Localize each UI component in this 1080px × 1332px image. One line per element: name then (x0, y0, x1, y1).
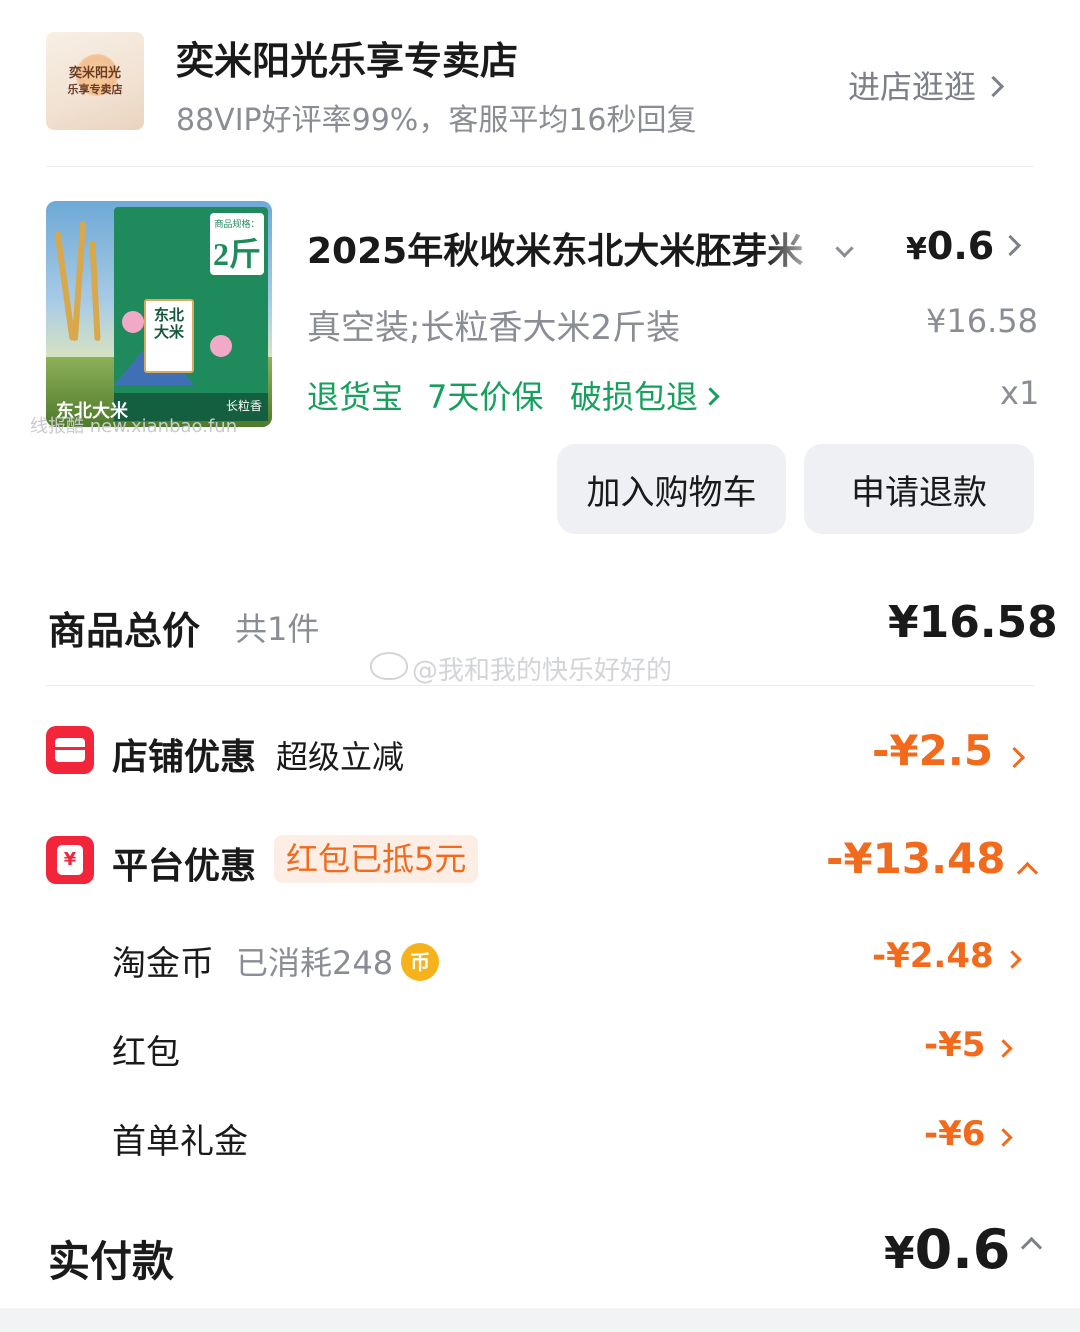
service-price-protection[interactable]: 7天价保 (427, 372, 543, 418)
actual-payment-label: 实付款 (48, 1237, 175, 1286)
spec-tag: 商品规格： 2斤 (210, 213, 264, 275)
chevron-right-icon[interactable] (999, 234, 1022, 257)
shop-name[interactable]: 奕米阳光乐享专卖店 (176, 30, 518, 85)
goods-count: 共1件 (235, 610, 320, 648)
service-return-insurance[interactable]: 退货宝 (307, 372, 403, 418)
platform-coupon-icon: ¥ (46, 836, 94, 884)
store-discount-label: 店铺优惠 (112, 737, 257, 778)
logo-text-line1: 奕米阳光 (68, 66, 121, 81)
bag-label-text: 东北大米 (154, 306, 185, 341)
chevron-up-icon (1016, 861, 1038, 884)
currency-symbol: ¥ (884, 1228, 915, 1279)
currency-symbol: ¥ (906, 232, 927, 267)
wheat-decoration (71, 220, 87, 342)
service-damage-return[interactable]: 破损包退 (570, 372, 720, 418)
weibo-watermark: @我和我的快乐好好的 (412, 656, 673, 686)
quantity: x1 (1000, 374, 1040, 412)
platform-discount-toggle[interactable]: -¥13.48 (826, 834, 1038, 884)
divider (46, 166, 1034, 167)
taojinbi-amount: -¥2.48 (872, 936, 994, 976)
platform-discount-label: 平台优惠 (112, 846, 257, 887)
coin-icon: 币 (401, 943, 440, 981)
taojinbi-consumed: 已消耗248 币 (236, 938, 440, 984)
store-icon (46, 726, 94, 774)
store-discount-sub: 超级立减 (276, 738, 405, 776)
chevron-right-icon (1002, 950, 1022, 969)
first-order-gift-label: 首单礼金 (112, 1122, 248, 1162)
chevron-right-icon (1003, 746, 1026, 769)
shop-logo[interactable]: 奕米阳光 乐享专卖店 (46, 32, 144, 130)
actual-payment-toggle[interactable]: ¥0.6 (884, 1218, 1043, 1281)
taojinbi-row-action[interactable]: -¥2.48 (872, 936, 1022, 976)
service-damage-return-label: 破损包退 (570, 378, 699, 416)
red-packet-label: 红包 (112, 1033, 180, 1073)
product-title[interactable]: 2025年秋收米东北大米胚芽米 (307, 222, 827, 274)
enter-shop-label: 进店逛逛 (848, 68, 977, 106)
original-price: ¥16.58 (926, 302, 1038, 340)
order-detail-card: 奕米阳光 乐享专卖店 奕米阳光乐享专卖店 88VIP好评率99%，客服平均16秒… (0, 0, 1080, 1308)
product-image[interactable]: 商品规格： 2斤 东北大米 长粒香 东北大米 (46, 201, 272, 427)
chevron-right-icon (701, 386, 720, 406)
rice-package-illustration: 商品规格： 2斤 东北大米 长粒香 (114, 207, 268, 421)
product-sku: 真空装;长粒香大米2斤装 (307, 308, 681, 348)
taojinbi-label: 淘金币 (112, 944, 214, 984)
weibo-logo-icon (370, 652, 408, 680)
chevron-down-icon[interactable] (835, 239, 854, 259)
price-value: 0.6 (926, 224, 995, 268)
flower-decoration (122, 311, 144, 333)
chevron-right-icon (994, 1128, 1014, 1147)
shop-rating-meta: 88VIP好评率99%，客服平均16秒回复 (176, 103, 697, 138)
flower-decoration (210, 335, 232, 357)
store-discount-row-action[interactable]: -¥2.5 (872, 726, 1026, 775)
watermark: 线报酷 new.xianbao.fun (30, 416, 238, 437)
add-to-cart-button[interactable]: 加入购物车 (557, 444, 786, 534)
spec-tag-value: 2斤 (212, 236, 261, 272)
goods-total-amount: ¥16.58 (888, 597, 1058, 648)
logo-text-line2: 乐享专卖店 (67, 83, 123, 96)
enter-shop-link[interactable]: 进店逛逛 (848, 62, 1005, 108)
bag-label: 东北大米 (144, 299, 194, 373)
platform-discount-badge: 红包已抵5元 (274, 835, 479, 883)
red-packet-amount: -¥5 (924, 1025, 986, 1065)
chevron-right-icon (982, 75, 1005, 97)
product-pay-price: ¥0.6 (906, 224, 994, 268)
store-discount-amount: -¥2.5 (872, 726, 994, 775)
divider (46, 685, 1034, 686)
chevron-up-icon (1021, 1236, 1043, 1258)
first-order-gift-row-action[interactable]: -¥6 (924, 1114, 1014, 1154)
first-order-gift-amount: -¥6 (924, 1114, 986, 1154)
actual-payment-value: 0.6 (914, 1218, 1011, 1281)
chevron-right-icon (994, 1039, 1014, 1058)
goods-total-label: 商品总价 (48, 609, 201, 653)
refund-button[interactable]: 申请退款 (804, 444, 1034, 534)
wheat-decoration (89, 240, 101, 342)
taojinbi-consumed-text: 已消耗248 (236, 944, 394, 982)
platform-discount-amount: -¥13.48 (826, 834, 1006, 883)
red-packet-row-action[interactable]: -¥5 (924, 1025, 1014, 1065)
